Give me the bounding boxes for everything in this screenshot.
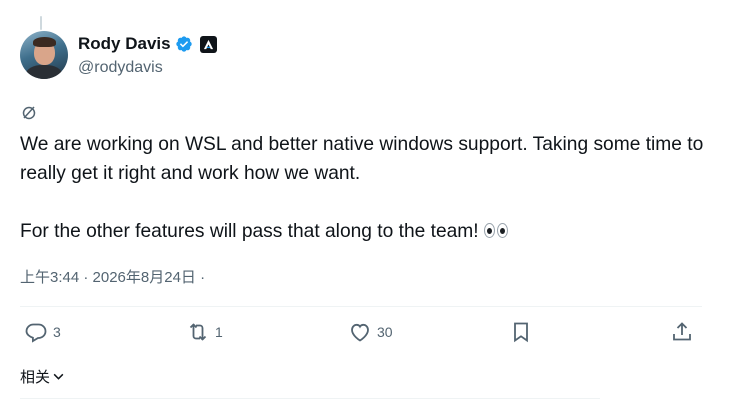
author-display-name[interactable]: Rody Davis <box>78 34 171 54</box>
action-bar: 3 1 30 <box>20 320 702 352</box>
retweet-button[interactable]: 1 <box>186 320 223 344</box>
affiliate-logo-icon <box>203 39 213 49</box>
share-button[interactable] <box>670 320 694 344</box>
related-dropdown[interactable]: 相关 <box>20 366 65 387</box>
like-button[interactable]: 30 <box>348 320 393 344</box>
reply-count: 3 <box>53 324 61 340</box>
affiliate-badge-icon[interactable] <box>199 35 217 53</box>
retweet-icon <box>189 323 207 341</box>
reply-button[interactable]: 3 <box>24 320 61 344</box>
author-name-row: Rody Davis <box>78 33 217 55</box>
like-count: 30 <box>377 324 393 340</box>
divider-bottom <box>20 398 600 399</box>
reply-icon <box>25 323 47 343</box>
avatar[interactable] <box>20 31 68 79</box>
bookmark-icon <box>514 322 528 343</box>
avatar-hair <box>33 37 56 47</box>
author-handle[interactable]: @rodydavis <box>78 59 163 77</box>
chevron-down-icon <box>53 373 64 380</box>
share-icon <box>673 322 691 341</box>
tweet-paragraph-2: For the other features will pass that al… <box>20 221 479 242</box>
timestamp-text[interactable]: 上午3:44 · 2026年8月24日 · <box>20 266 205 287</box>
eyes-emoji-icon <box>483 223 508 238</box>
heart-icon <box>351 323 369 342</box>
tweet-text: We are working on WSL and better native … <box>20 130 710 246</box>
verified-badge-icon <box>175 36 192 52</box>
related-label: 相关 <box>20 369 51 386</box>
avatar-shirt <box>26 65 62 79</box>
thread-connector-line <box>40 16 42 30</box>
retweet-count: 1 <box>215 324 223 340</box>
translate-language-icon[interactable] <box>21 104 37 120</box>
divider-top <box>20 306 702 307</box>
tweet-paragraph-1: We are working on WSL and better native … <box>20 134 709 184</box>
tweet-timestamp[interactable]: 上午3:44 · 2026年8月24日 · <box>20 266 205 287</box>
bookmark-button[interactable] <box>509 320 533 344</box>
